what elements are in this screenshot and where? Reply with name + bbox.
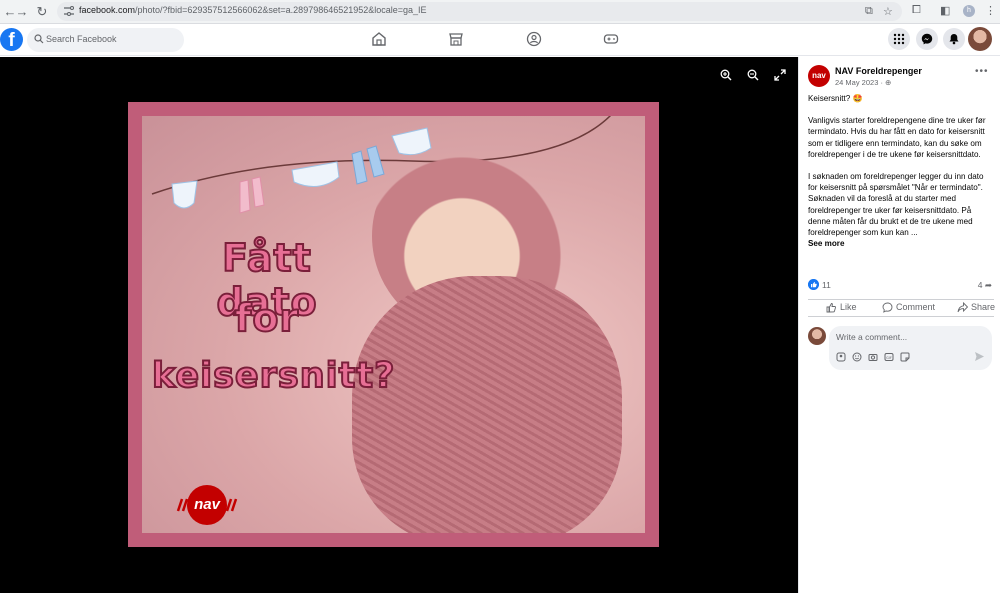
search-placeholder: Search Facebook	[46, 34, 117, 44]
post-paragraph-2: I søknaden om foreldrepenger legger du i…	[808, 172, 984, 238]
comment-input[interactable]: Write a comment... GIF	[829, 326, 992, 370]
post-paragraph-1: Vanligvis starter foreldrepengene dine t…	[808, 116, 986, 159]
reaction-count: 11	[822, 280, 831, 290]
gaming-icon[interactable]	[603, 31, 619, 47]
page-name-link[interactable]: NAV Foreldrepenger	[835, 66, 922, 76]
sticker-icon[interactable]	[900, 352, 910, 362]
post-timestamp[interactable]: 24 May 2023 · ⊕	[835, 78, 891, 87]
thumbs-up-icon	[826, 303, 836, 313]
gif-icon[interactable]: GIF	[884, 352, 894, 362]
post-title: Keisersnitt? 🤩	[808, 94, 863, 103]
post-actions: Like Comment Share	[808, 299, 995, 317]
more-options-icon[interactable]: •••	[975, 66, 989, 77]
home-icon[interactable]	[371, 31, 387, 47]
notifications-button[interactable]	[943, 28, 965, 50]
comment-placeholder: Write a comment...	[836, 332, 908, 342]
forward-arrow-icon[interactable]: →	[14, 3, 30, 21]
like-button[interactable]: Like	[826, 302, 857, 313]
groups-icon[interactable]	[526, 31, 542, 47]
marketplace-icon[interactable]	[448, 31, 464, 47]
photo-caption-line3: keisersnitt?	[151, 355, 396, 397]
browser-profile-avatar[interactable]: h	[963, 5, 975, 17]
see-more-link[interactable]: See more	[808, 239, 844, 248]
fullscreen-icon[interactable]	[774, 69, 786, 81]
url-text: facebook.com/photo/?fbid=629357512566062…	[79, 5, 427, 15]
photo-caption-line2: for	[234, 295, 300, 341]
account-avatar[interactable]	[968, 27, 992, 51]
extensions-icon[interactable]: ⧠	[912, 4, 921, 17]
bookmark-star-icon[interactable]: ☆	[883, 5, 893, 18]
browser-menu-icon[interactable]: ⋮	[985, 4, 996, 17]
messenger-icon	[921, 33, 933, 45]
share-button[interactable]: Share	[957, 302, 995, 313]
post-photo[interactable]: Fått dato for keisersnitt? nav	[128, 102, 659, 547]
zoom-out-icon[interactable]	[747, 69, 759, 81]
svg-text:GIF: GIF	[886, 356, 892, 360]
post-sidebar: nav NAV Foreldrepenger 24 May 2023 · ⊕ •…	[798, 57, 1000, 593]
comment-button[interactable]: Comment	[882, 302, 935, 313]
install-app-icon[interactable]: ⧉	[865, 5, 873, 18]
post-text: Keisersnitt? 🤩 Vanligvis starter foreldr…	[808, 93, 995, 249]
share-icon	[957, 302, 968, 313]
search-field[interactable]: Search Facebook	[27, 28, 184, 52]
share-arrow-icon: ➦	[984, 280, 992, 290]
emoji-icon[interactable]	[852, 352, 862, 362]
reaction-summary[interactable]: 11 4 ➦	[808, 279, 994, 293]
messenger-button[interactable]	[916, 28, 938, 50]
facebook-logo[interactable]: f	[0, 28, 23, 51]
zoom-in-icon[interactable]	[720, 69, 732, 81]
avatar-sticker-icon[interactable]	[836, 352, 846, 362]
knitted-wrap-image	[352, 276, 622, 533]
reload-icon[interactable]: ↻	[34, 3, 50, 21]
photo-content: Fått dato for keisersnitt? nav	[142, 116, 645, 533]
browser-toolbar: ← → ↻ facebook.com/photo/?fbid=629357512…	[0, 0, 1000, 24]
bell-icon	[949, 34, 959, 45]
camera-icon[interactable]	[868, 352, 878, 362]
side-panel-icon[interactable]: ◧	[940, 4, 950, 17]
nav-logo-text: nav	[194, 496, 220, 513]
facebook-header: f Search Facebook	[0, 24, 1000, 56]
commenter-avatar	[808, 327, 826, 345]
page-avatar[interactable]: nav	[808, 65, 830, 87]
send-icon[interactable]	[974, 351, 985, 362]
site-settings-icon[interactable]	[63, 5, 75, 17]
menu-button[interactable]	[888, 28, 910, 50]
photo-viewer: Fått dato for keisersnitt? nav	[0, 57, 798, 593]
menu-grid-icon	[893, 33, 905, 45]
like-reaction-icon	[808, 279, 819, 290]
address-bar[interactable]: facebook.com/photo/?fbid=629357512566062…	[57, 2, 902, 21]
search-icon	[34, 34, 44, 44]
share-count[interactable]: 4 ➦	[978, 280, 992, 291]
comment-icon	[882, 302, 893, 313]
globe-icon: ⊕	[885, 78, 892, 87]
